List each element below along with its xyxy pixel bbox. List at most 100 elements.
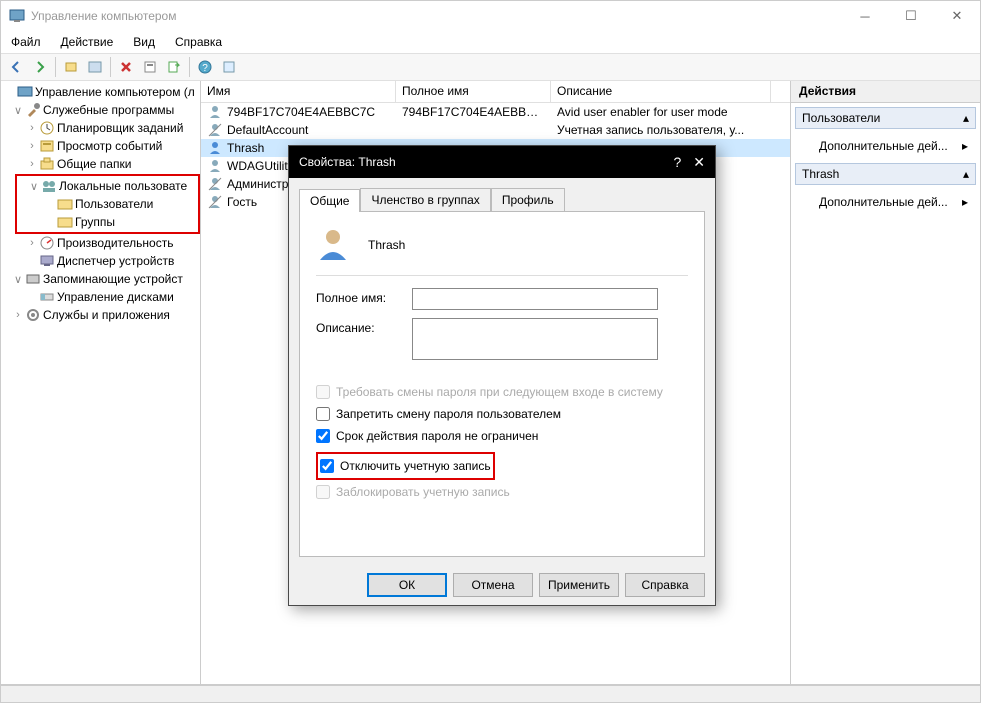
app-icon	[9, 8, 25, 24]
perf-icon	[39, 235, 55, 251]
list-row[interactable]: 794BF17C704E4AEBBC7C 794BF17C704E4AEBBC7…	[201, 103, 790, 121]
refresh-button[interactable]	[218, 56, 240, 78]
dialog-buttons: ОК Отмена Применить Справка	[289, 565, 715, 605]
tab-membership[interactable]: Членство в группах	[360, 188, 490, 211]
devmgr-icon	[39, 253, 55, 269]
actions-more-1[interactable]: Дополнительные дей...▸	[795, 135, 976, 157]
tree-diskmgr[interactable]: Управление дисками	[57, 290, 174, 304]
forward-button[interactable]	[29, 56, 51, 78]
user-icon	[207, 122, 223, 138]
actions-group-users[interactable]: Пользователи▴	[795, 107, 976, 129]
cancel-button[interactable]: Отмена	[453, 573, 533, 597]
user-icon	[207, 194, 223, 210]
minimize-button[interactable]: ─	[842, 1, 888, 31]
maximize-button[interactable]: ☐	[888, 1, 934, 31]
highlight-disable-account: Отключить учетную запись	[316, 452, 495, 480]
statusbar	[1, 685, 980, 702]
help-button[interactable]: Справка	[625, 573, 705, 597]
tree-local-users[interactable]: Локальные пользовате	[59, 179, 187, 193]
console-button[interactable]	[84, 56, 106, 78]
tree-storage[interactable]: Запоминающие устройст	[43, 272, 183, 286]
services-icon	[25, 307, 41, 323]
help-icon[interactable]: ?	[673, 154, 681, 170]
tab-profile[interactable]: Профиль	[491, 188, 565, 211]
back-button[interactable]	[5, 56, 27, 78]
chk-locked: Заблокировать учетную запись	[316, 482, 688, 502]
folder-icon	[57, 214, 73, 230]
col-desc[interactable]: Описание	[551, 81, 771, 102]
close-button[interactable]: ✕	[934, 1, 980, 31]
window-title: Управление компьютером	[31, 9, 842, 23]
col-name[interactable]: Имя	[201, 81, 396, 102]
fullname-input[interactable]	[412, 288, 658, 310]
computer-icon	[17, 84, 33, 100]
actions-group-thrash[interactable]: Thrash▴	[795, 163, 976, 185]
actions-more-2[interactable]: Дополнительные дей...▸	[795, 191, 976, 213]
menu-view[interactable]: Вид	[129, 33, 159, 51]
dialog-titlebar[interactable]: Свойства: Thrash ? ✕	[289, 146, 715, 178]
menu-file[interactable]: Файл	[7, 33, 45, 51]
tree-groups[interactable]: Группы	[75, 215, 115, 229]
up-button[interactable]	[60, 56, 82, 78]
tree-utilities[interactable]: Служебные программы	[43, 103, 174, 117]
dialog-title: Свойства: Thrash	[299, 155, 673, 169]
desc-input[interactable]	[412, 318, 658, 360]
chevron-right-icon: ▸	[962, 195, 968, 209]
tree-root[interactable]: Управление компьютером (л	[35, 85, 195, 99]
fullname-label: Полное имя:	[316, 288, 412, 305]
properties-button[interactable]	[139, 56, 161, 78]
menu-help[interactable]: Справка	[171, 33, 226, 51]
user-icon	[207, 104, 223, 120]
delete-button[interactable]	[115, 56, 137, 78]
tree-services[interactable]: Службы и приложения	[43, 308, 170, 322]
menubar: Файл Действие Вид Справка	[1, 31, 980, 53]
help-button[interactable]: ?	[194, 56, 216, 78]
desc-label: Описание:	[316, 318, 412, 335]
folder-icon	[57, 196, 73, 212]
tree-devmgr[interactable]: Диспетчер устройств	[57, 254, 174, 268]
chk-never-expire[interactable]: Срок действия пароля не ограничен	[316, 426, 688, 446]
collapse-icon: ▴	[963, 111, 969, 125]
tab-general[interactable]: Общие	[299, 189, 360, 212]
window-controls: ─ ☐ ✕	[842, 1, 980, 31]
user-avatar-icon	[316, 226, 350, 263]
user-icon	[207, 140, 223, 156]
tree-perf[interactable]: Производительность	[57, 236, 173, 250]
list-row[interactable]: DefaultAccount Учетная запись пользовате…	[201, 121, 790, 139]
menu-action[interactable]: Действие	[57, 33, 118, 51]
users-group-icon	[41, 178, 57, 194]
chk-disable-account[interactable]: Отключить учетную запись	[320, 456, 491, 476]
ok-button[interactable]: ОК	[367, 573, 447, 597]
col-fullname[interactable]: Полное имя	[396, 81, 551, 102]
tree-scheduler[interactable]: Планировщик заданий	[57, 121, 183, 135]
collapse-icon: ▴	[963, 167, 969, 181]
properties-dialog: Свойства: Thrash ? ✕ Общие Членство в гр…	[288, 145, 716, 606]
storage-icon	[25, 271, 41, 287]
dialog-body: Общие Членство в группах Профиль Thrash …	[289, 178, 715, 565]
tree-events[interactable]: Просмотр событий	[57, 139, 162, 153]
list-header: Имя Полное имя Описание	[201, 81, 790, 103]
dialog-tabs: Общие Членство в группах Профиль	[299, 188, 705, 211]
chk-must-change: Требовать смены пароля при следующем вхо…	[316, 382, 688, 402]
tree-users[interactable]: Пользователи	[75, 197, 153, 211]
diskmgr-icon	[39, 289, 55, 305]
toolbar: ?	[1, 53, 980, 81]
titlebar: Управление компьютером ─ ☐ ✕	[1, 1, 980, 31]
shared-icon	[39, 156, 55, 172]
apply-button[interactable]: Применить	[539, 573, 619, 597]
chevron-right-icon: ▸	[962, 139, 968, 153]
export-button[interactable]	[163, 56, 185, 78]
close-icon[interactable]: ✕	[693, 154, 705, 171]
dialog-username: Thrash	[368, 238, 405, 252]
actions-panel: Действия Пользователи▴ Дополнительные де…	[790, 81, 980, 684]
tree-panel[interactable]: Управление компьютером (л ∨Служебные про…	[1, 81, 201, 684]
tree-shared[interactable]: Общие папки	[57, 157, 131, 171]
actions-header: Действия	[791, 81, 980, 103]
clock-icon	[39, 120, 55, 136]
tools-icon	[25, 102, 41, 118]
svg-text:?: ?	[202, 63, 208, 74]
events-icon	[39, 138, 55, 154]
chk-no-change[interactable]: Запретить смену пароля пользователем	[316, 404, 688, 424]
user-icon	[207, 158, 223, 174]
tab-page-general: Thrash Полное имя: Описание: Требовать с…	[299, 211, 705, 557]
